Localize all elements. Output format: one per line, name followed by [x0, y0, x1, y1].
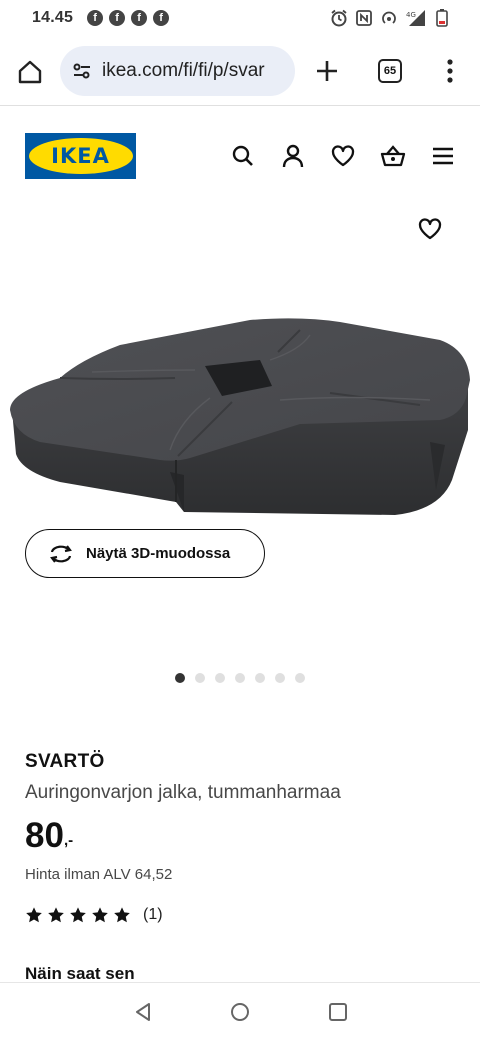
recents-icon[interactable] [327, 1001, 349, 1023]
search-icon[interactable] [230, 143, 256, 169]
carousel-dot[interactable] [215, 673, 225, 683]
price-excl-vat: Hinta ilman ALV 64,52 [25, 866, 173, 883]
facebook-icon: f [153, 10, 170, 26]
cart-icon[interactable] [380, 143, 406, 169]
carousel-dot[interactable] [275, 673, 285, 683]
network-label: 4G [406, 11, 416, 19]
ikea-logo[interactable]: IKEA [25, 133, 136, 179]
status-bar: 14.45 f f f f 4G [0, 0, 480, 36]
address-bar[interactable]: ikea.com/fi/fi/p/svar [60, 46, 295, 96]
delivery-heading: Näin saat sen [25, 964, 135, 983]
alarm-icon [331, 9, 347, 27]
account-icon[interactable] [280, 143, 306, 169]
product-description: Auringonvarjon jalka, tummanharmaa [25, 782, 341, 803]
facebook-icon: f [87, 10, 104, 26]
signal-icon: 4G [406, 10, 425, 26]
product-price: 80 ,- [25, 816, 73, 856]
carousel-dot[interactable] [255, 673, 265, 683]
image-carousel-indicator [175, 673, 305, 683]
home-circle-icon[interactable] [229, 1001, 251, 1023]
star-icon [70, 907, 86, 923]
price-integer: 80 [25, 816, 64, 855]
view-in-3d-button[interactable]: Näytä 3D-muodossa [25, 529, 265, 578]
url-text: ikea.com/fi/fi/p/svar [102, 60, 265, 81]
nfc-icon [356, 10, 372, 26]
facebook-icon: f [109, 10, 126, 26]
review-count[interactable]: (1) [143, 906, 163, 924]
favourites-icon[interactable] [330, 143, 356, 169]
logo-oval: IKEA [28, 138, 133, 174]
home-icon[interactable] [16, 58, 44, 86]
site-settings-icon[interactable] [70, 59, 94, 83]
add-to-favourites-icon[interactable] [417, 216, 443, 242]
tab-switcher-button[interactable]: 65 [378, 59, 402, 83]
rotate-3d-icon [50, 544, 72, 563]
carousel-dot[interactable] [195, 673, 205, 683]
carousel-dot[interactable] [295, 673, 305, 683]
status-time: 14.45 [32, 9, 74, 26]
back-icon[interactable] [132, 1001, 154, 1023]
carousel-dot[interactable] [235, 673, 245, 683]
star-icon [114, 907, 130, 923]
carousel-dot[interactable] [175, 673, 185, 683]
view-in-3d-label: Näytä 3D-muodossa [86, 545, 231, 562]
new-tab-icon[interactable] [314, 58, 340, 84]
star-icon [26, 907, 42, 923]
notification-icons: f f f f [87, 10, 170, 26]
product-name: SVARTÖ [25, 751, 105, 772]
system-icons: 4G [330, 9, 448, 27]
system-navigation-bar [0, 982, 480, 1040]
site-header: IKEA [0, 107, 480, 203]
hotspot-icon [382, 11, 396, 24]
star-icon [48, 907, 64, 923]
browser-toolbar: ikea.com/fi/fi/p/svar 65 [0, 36, 480, 106]
star-icon [92, 907, 108, 923]
facebook-icon: f [131, 10, 148, 26]
rating-stars [25, 906, 131, 924]
product-image[interactable] [0, 210, 480, 690]
battery-icon [436, 9, 448, 27]
price-suffix: ,- [63, 832, 74, 849]
hamburger-menu-icon[interactable] [430, 143, 456, 169]
more-options-icon[interactable] [440, 57, 460, 85]
logo-text: IKEA [51, 144, 110, 168]
product-rating[interactable]: (1) [25, 906, 163, 924]
